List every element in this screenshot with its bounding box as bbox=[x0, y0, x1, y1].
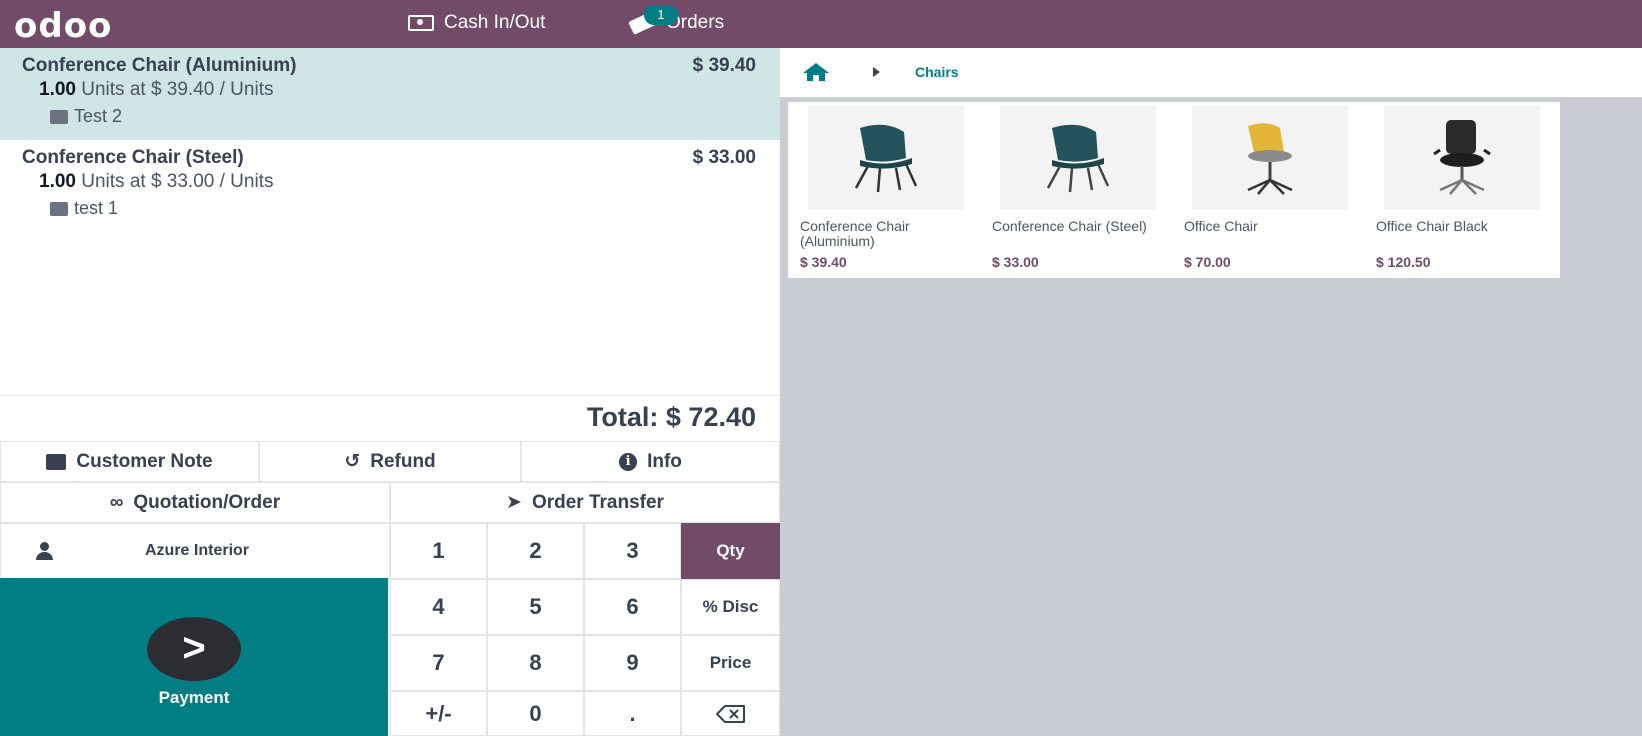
cash-in-out-label: Cash In/Out bbox=[444, 12, 546, 33]
numpad-key-3[interactable]: 3 bbox=[584, 523, 681, 579]
order-line-note-text: test 1 bbox=[74, 198, 119, 218]
orders-count-badge: 1 bbox=[644, 5, 678, 25]
order-line[interactable]: Conference Chair (Steel) $ 33.00 1.00 Un… bbox=[0, 140, 780, 230]
payment-button[interactable]: > Payment bbox=[0, 578, 388, 736]
product-card[interactable]: Conference Chair (Steel) $ 33.00 bbox=[980, 102, 1176, 278]
price-mode-button[interactable]: Price bbox=[681, 635, 780, 691]
numpad-key-9[interactable]: 9 bbox=[584, 635, 681, 691]
discount-mode-button[interactable]: % Disc bbox=[681, 579, 780, 635]
backspace-icon bbox=[715, 704, 745, 723]
numpad-key-decimal[interactable]: . bbox=[584, 691, 681, 736]
product-name: Office Chair bbox=[1184, 218, 1258, 234]
numpad-key-7[interactable]: 7 bbox=[390, 635, 487, 691]
order-line-note: Test 2 bbox=[50, 106, 758, 127]
info-label: Info bbox=[647, 450, 682, 472]
note-icon bbox=[50, 109, 68, 124]
product-name: Conference Chair (Steel) bbox=[992, 218, 1147, 234]
order-transfer-label: Order Transfer bbox=[531, 491, 664, 513]
blue-chair-image bbox=[854, 124, 918, 193]
order-line-qty-value: 1.00 bbox=[39, 171, 76, 192]
product-image bbox=[1000, 106, 1156, 210]
order-line-quantity: 1.00 Units at $ 33.00 / Units bbox=[39, 171, 758, 193]
info-icon: i bbox=[619, 452, 638, 471]
quotation-order-label: Quotation/Order bbox=[133, 491, 281, 513]
order-line[interactable]: Conference Chair (Aluminium) $ 39.40 1.0… bbox=[0, 48, 780, 140]
black-office-chair-image bbox=[1433, 120, 1491, 195]
refund-button[interactable]: ↺ Refund bbox=[259, 441, 521, 482]
product-name: Office Chair Black bbox=[1376, 218, 1488, 234]
payment-label: Payment bbox=[158, 688, 230, 707]
odoo-logo[interactable]: odoo bbox=[14, 6, 112, 46]
order-line-unit-text: Units at $ 33.00 / Units bbox=[81, 171, 274, 192]
product-card[interactable]: Office Chair Black $ 120.50 bbox=[1364, 102, 1560, 278]
product-name: Conference Chair (Aluminium) bbox=[800, 218, 910, 249]
link-icon: ∞ bbox=[109, 491, 124, 513]
order-line-name: Conference Chair (Steel) bbox=[22, 147, 244, 168]
order-line-name: Conference Chair (Aluminium) bbox=[22, 55, 297, 76]
product-image bbox=[808, 106, 964, 210]
product-card[interactable]: Office Chair $ 70.00 bbox=[1172, 102, 1368, 278]
order-line-qty-value: 1.00 bbox=[39, 79, 76, 100]
product-panel: Chairs Conference Chair (Aluminium) $ 39… bbox=[780, 48, 1642, 736]
customer-button[interactable]: Azure Interior bbox=[0, 523, 390, 579]
order-line-note: test 1 bbox=[50, 198, 758, 219]
breadcrumb-category[interactable]: Chairs bbox=[915, 64, 959, 80]
product-price: $ 33.00 bbox=[992, 254, 1039, 270]
breadcrumb: Chairs bbox=[780, 48, 1642, 98]
numpad-key-6[interactable]: 6 bbox=[584, 579, 681, 635]
product-price: $ 39.40 bbox=[800, 254, 847, 270]
numpad-key-0[interactable]: 0 bbox=[487, 691, 584, 736]
yellow-swivel-chair-image bbox=[1247, 123, 1293, 195]
user-icon bbox=[35, 542, 53, 560]
blue-chair-image bbox=[1046, 124, 1110, 193]
order-line-unit-text: Units at $ 39.40 / Units bbox=[81, 79, 274, 100]
order-line-note-text: Test 2 bbox=[74, 106, 123, 126]
order-total-row: Total: $ 72.40 bbox=[0, 395, 780, 441]
product-price: $ 70.00 bbox=[1184, 254, 1231, 270]
numpad-key-4[interactable]: 4 bbox=[390, 579, 487, 635]
chevron-right-icon: > bbox=[147, 617, 241, 681]
undo-icon: ↺ bbox=[344, 451, 361, 472]
note-icon bbox=[50, 201, 68, 216]
product-card[interactable]: Conference Chair (Aluminium) $ 39.40 bbox=[788, 102, 984, 278]
money-icon bbox=[408, 15, 434, 31]
top-bar: odoo Cash In/Out Orders 1 bbox=[0, 0, 1642, 48]
customer-note-button[interactable]: Customer Note bbox=[0, 441, 259, 482]
refund-label: Refund bbox=[370, 450, 436, 472]
order-transfer-button[interactable]: ➤ Order Transfer bbox=[390, 482, 780, 523]
qty-mode-button[interactable]: Qty bbox=[681, 523, 780, 579]
paper-plane-icon: ➤ bbox=[506, 492, 522, 513]
customer-name: Azure Interior bbox=[145, 542, 250, 559]
numpad-key-8[interactable]: 8 bbox=[487, 635, 584, 691]
numpad-key-2[interactable]: 2 bbox=[487, 523, 584, 579]
info-button[interactable]: i Info bbox=[521, 441, 780, 482]
order-line-price: $ 39.40 bbox=[692, 55, 756, 76]
quotation-order-button[interactable]: ∞ Quotation/Order bbox=[0, 482, 390, 523]
caret-right-icon bbox=[873, 67, 880, 77]
order-total: Total: $ 72.40 bbox=[586, 402, 756, 432]
home-icon[interactable] bbox=[802, 62, 830, 82]
product-image bbox=[1384, 106, 1540, 210]
numpad-key-plus-minus[interactable]: +/- bbox=[390, 691, 487, 736]
numpad-key-5[interactable]: 5 bbox=[487, 579, 584, 635]
product-image bbox=[1192, 106, 1348, 210]
note-icon bbox=[46, 453, 67, 470]
product-price: $ 120.50 bbox=[1376, 254, 1431, 270]
numpad-key-1[interactable]: 1 bbox=[390, 523, 487, 579]
order-line-price: $ 33.00 bbox=[692, 147, 756, 168]
order-line-quantity: 1.00 Units at $ 39.40 / Units bbox=[39, 79, 758, 101]
backspace-button[interactable] bbox=[681, 691, 780, 736]
customer-note-label: Customer Note bbox=[76, 450, 213, 472]
cash-in-out-button[interactable]: Cash In/Out bbox=[408, 12, 545, 34]
